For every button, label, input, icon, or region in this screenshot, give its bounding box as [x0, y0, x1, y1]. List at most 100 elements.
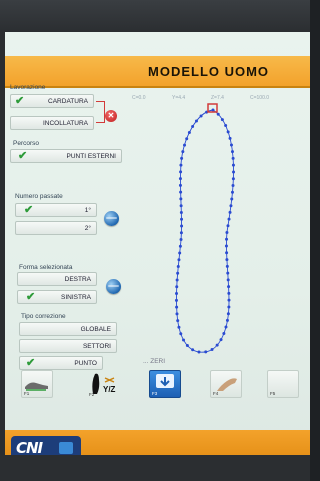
- path-point[interactable]: [225, 237, 229, 241]
- path-point[interactable]: [183, 143, 187, 147]
- path-point[interactable]: [178, 183, 182, 187]
- path-point[interactable]: [179, 170, 183, 174]
- tool-f3-button[interactable]: F3: [149, 370, 181, 398]
- path-point[interactable]: [197, 350, 201, 354]
- globe-icon[interactable]: [106, 279, 121, 294]
- path-point[interactable]: [191, 348, 195, 352]
- path-point[interactable]: [224, 325, 228, 329]
- path-point[interactable]: [226, 130, 230, 134]
- path-point[interactable]: [177, 258, 181, 262]
- path-point[interactable]: [176, 271, 180, 275]
- incollatura-button[interactable]: INCOLLATURA: [10, 116, 94, 130]
- close-icon[interactable]: ✕: [105, 110, 117, 122]
- path-point[interactable]: [228, 210, 232, 214]
- path-point[interactable]: [227, 298, 231, 302]
- path-point[interactable]: [191, 125, 195, 129]
- path-point[interactable]: [204, 350, 208, 354]
- path-point[interactable]: [179, 238, 183, 242]
- path-point[interactable]: [210, 348, 214, 352]
- path-point[interactable]: [225, 258, 229, 262]
- path-point[interactable]: [231, 163, 235, 167]
- path-point[interactable]: [225, 251, 229, 255]
- forma-label: Forma selezionata: [19, 264, 73, 271]
- destra-button[interactable]: DESTRA: [17, 272, 97, 286]
- path-point[interactable]: [179, 231, 183, 235]
- path-point[interactable]: [185, 344, 189, 348]
- path-point[interactable]: [211, 108, 215, 112]
- path-point[interactable]: [230, 197, 234, 201]
- path-point[interactable]: [181, 150, 185, 154]
- path-point[interactable]: [225, 231, 229, 234]
- path-point[interactable]: [231, 156, 235, 160]
- path-point[interactable]: [180, 156, 184, 160]
- percorso-button[interactable]: ✔ PUNTI ESTERNI: [10, 149, 122, 163]
- path-point[interactable]: [179, 204, 183, 208]
- path-point[interactable]: [225, 318, 229, 322]
- path-point[interactable]: [180, 217, 184, 221]
- coord-readout: C=100.0: [250, 95, 270, 101]
- path-point[interactable]: [178, 251, 182, 255]
- path-point[interactable]: [227, 285, 231, 289]
- globe-icon[interactable]: [104, 211, 119, 226]
- cardatura-button[interactable]: ✔ CARDATURA: [10, 94, 94, 108]
- pass-1-button[interactable]: ✔ 1°: [15, 203, 97, 217]
- path-point[interactable]: [222, 331, 226, 335]
- tool-f2-button[interactable]: Y/Z F2: [87, 370, 119, 398]
- path-point[interactable]: [216, 112, 220, 116]
- settori-button[interactable]: SETTORI: [19, 339, 117, 353]
- path-point[interactable]: [175, 312, 179, 316]
- path-point[interactable]: [232, 170, 236, 174]
- path-point[interactable]: [225, 264, 229, 268]
- path-point[interactable]: [176, 319, 180, 323]
- path-point[interactable]: [179, 190, 183, 194]
- path-point[interactable]: [187, 130, 191, 134]
- path-point[interactable]: [194, 119, 198, 123]
- path-point[interactable]: [231, 177, 235, 181]
- path-point[interactable]: [182, 338, 186, 342]
- sinistra-button[interactable]: ✔ SINISTRA: [17, 290, 97, 304]
- path-point[interactable]: [179, 210, 183, 214]
- path-point[interactable]: [227, 217, 231, 221]
- path-point[interactable]: [226, 278, 230, 282]
- settori-label: SETTORI: [82, 343, 111, 350]
- path-point[interactable]: [175, 278, 179, 282]
- path-point[interactable]: [179, 197, 183, 201]
- path-point[interactable]: [215, 343, 219, 347]
- path-point[interactable]: [199, 114, 203, 118]
- path-point[interactable]: [224, 244, 228, 248]
- path-point[interactable]: [227, 291, 231, 295]
- globale-button[interactable]: GLOBALE: [19, 322, 117, 336]
- punto-button[interactable]: ✔ PUNTO: [19, 356, 103, 370]
- path-point[interactable]: [230, 190, 234, 194]
- path-point[interactable]: [177, 325, 181, 329]
- path-point[interactable]: [224, 124, 228, 128]
- tool-f1-button[interactable]: F1: [21, 370, 53, 398]
- path-point[interactable]: [226, 224, 230, 228]
- path-point[interactable]: [228, 136, 232, 140]
- path-point[interactable]: [230, 150, 234, 154]
- path-point[interactable]: [178, 244, 182, 248]
- path-point[interactable]: [174, 298, 178, 302]
- path-point[interactable]: [179, 332, 183, 336]
- tool-f5-button[interactable]: F5: [267, 370, 299, 398]
- path-point[interactable]: [176, 265, 180, 269]
- path-point[interactable]: [178, 177, 182, 181]
- path-point[interactable]: [185, 137, 189, 141]
- pass-2-button[interactable]: 2°: [15, 221, 97, 235]
- path-point[interactable]: [219, 338, 223, 342]
- tool-f1-label: F1: [24, 391, 30, 396]
- tool-f4-button[interactable]: F4: [210, 370, 242, 398]
- path-point[interactable]: [226, 271, 230, 275]
- path-point[interactable]: [229, 204, 233, 208]
- sole-path-canvas[interactable]: [155, 102, 255, 364]
- path-point[interactable]: [227, 305, 231, 309]
- path-point[interactable]: [226, 312, 230, 316]
- path-point[interactable]: [231, 183, 235, 187]
- path-point[interactable]: [220, 118, 224, 122]
- path-point[interactable]: [175, 305, 179, 309]
- path-point[interactable]: [229, 143, 233, 147]
- path-point[interactable]: [180, 224, 184, 228]
- path-point[interactable]: [175, 285, 179, 289]
- path-point[interactable]: [175, 292, 179, 296]
- path-point[interactable]: [179, 163, 183, 167]
